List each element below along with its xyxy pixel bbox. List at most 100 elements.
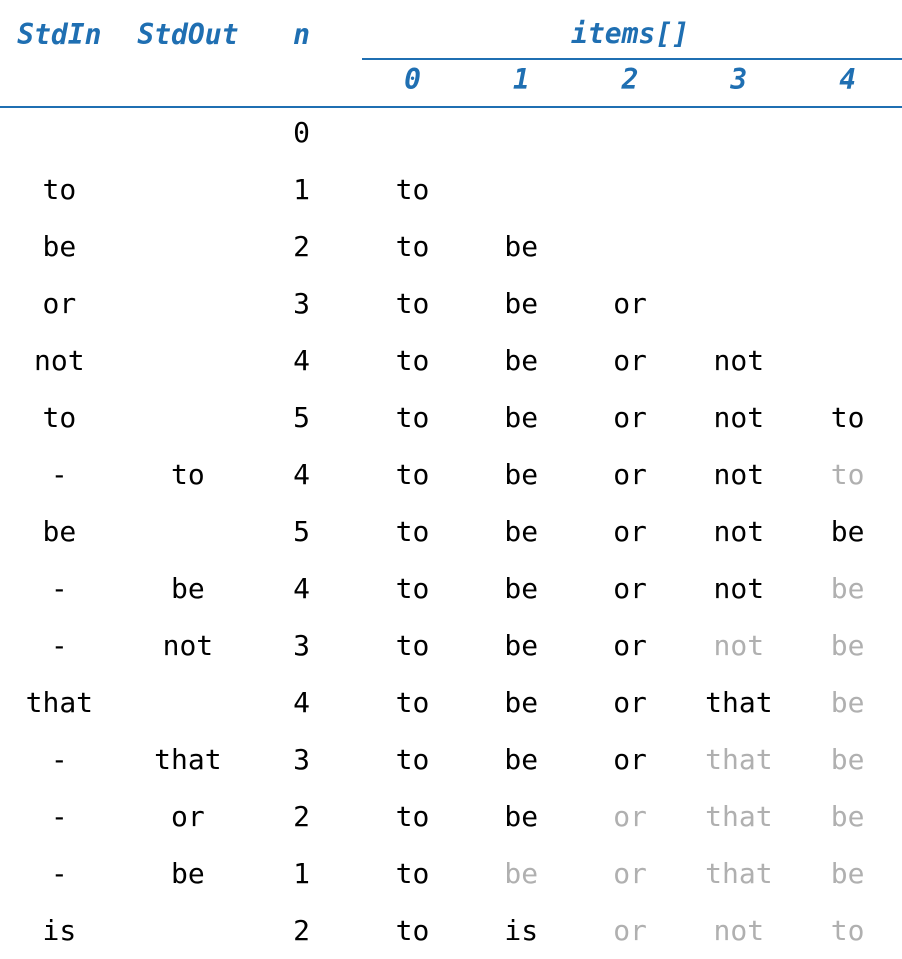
- item-cell: be: [467, 686, 576, 719]
- item-cell: to: [358, 743, 467, 776]
- table-row: -not3tobeornotbe: [0, 617, 902, 674]
- header-items-group: items[]: [358, 14, 902, 54]
- item-cell: be: [467, 344, 576, 377]
- n-cell: 2: [257, 914, 346, 947]
- stdin-cell: is: [0, 914, 119, 947]
- table-row: -be1tobeorthatbe: [0, 845, 902, 902]
- item-cell: to: [358, 914, 467, 947]
- item-cell: be: [467, 857, 576, 890]
- item-cell: not: [684, 401, 793, 434]
- header-items-label: items[]: [358, 14, 902, 54]
- item-cell: be: [467, 515, 576, 548]
- table-row: is2toisornotto: [0, 902, 902, 959]
- n-cell: 5: [257, 515, 346, 548]
- item-cell: be: [793, 800, 902, 833]
- item-cell: is: [467, 914, 576, 947]
- item-cell: or: [576, 800, 685, 833]
- item-cell: be: [467, 629, 576, 662]
- header-n: n: [257, 18, 346, 51]
- header-index-3: 3: [684, 63, 793, 96]
- item-cell: not: [684, 914, 793, 947]
- stdout-cell: be: [119, 572, 257, 605]
- item-cell: not: [684, 572, 793, 605]
- item-cell: to: [358, 686, 467, 719]
- stdout-cell: not: [119, 629, 257, 662]
- item-cell: or: [576, 857, 685, 890]
- stdin-cell: -: [0, 629, 119, 662]
- stdin-cell: to: [0, 401, 119, 434]
- n-cell: 2: [257, 800, 346, 833]
- item-cell: or: [576, 914, 685, 947]
- n-cell: 3: [257, 629, 346, 662]
- item-cell: or: [576, 686, 685, 719]
- stdin-cell: that: [0, 686, 119, 719]
- table-row: 0: [0, 104, 902, 161]
- header-row-2: 0 1 2 3 4: [0, 54, 902, 104]
- item-cell: or: [576, 344, 685, 377]
- item-cell: that: [684, 800, 793, 833]
- item-cell: that: [684, 743, 793, 776]
- header-row-1: StdIn StdOut n items[]: [0, 14, 902, 54]
- item-cell: be: [793, 572, 902, 605]
- stdin-cell: -: [0, 458, 119, 491]
- table-row: to1to: [0, 161, 902, 218]
- item-cell: that: [684, 686, 793, 719]
- table-row: to5tobeornotto: [0, 389, 902, 446]
- stdin-cell: -: [0, 857, 119, 890]
- table-body: 0to1tobe2tobeor3tobeornot4tobeornotto5to…: [0, 104, 902, 959]
- item-cell: that: [684, 857, 793, 890]
- stdin-cell: -: [0, 800, 119, 833]
- table-row: -to4tobeornotto: [0, 446, 902, 503]
- n-cell: 3: [257, 743, 346, 776]
- item-cell: or: [576, 515, 685, 548]
- table-row: be2tobe: [0, 218, 902, 275]
- stdout-cell: that: [119, 743, 257, 776]
- n-cell: 5: [257, 401, 346, 434]
- item-cell: to: [358, 401, 467, 434]
- item-cell: be: [793, 629, 902, 662]
- stdout-cell: be: [119, 857, 257, 890]
- stdin-cell: not: [0, 344, 119, 377]
- header-index-2: 2: [576, 63, 685, 96]
- item-cell: be: [467, 230, 576, 263]
- item-cell: to: [358, 629, 467, 662]
- item-cell: be: [467, 800, 576, 833]
- header-index-4: 4: [793, 63, 902, 96]
- n-cell: 4: [257, 458, 346, 491]
- table-row: -be4tobeornotbe: [0, 560, 902, 617]
- item-cell: not: [684, 629, 793, 662]
- item-cell: not: [684, 515, 793, 548]
- table-row: not4tobeornot: [0, 332, 902, 389]
- item-cell: be: [467, 458, 576, 491]
- table-row: that4tobeorthatbe: [0, 674, 902, 731]
- trace-table: StdIn StdOut n items[] 0 1 2 3 4 0to1tob…: [0, 14, 902, 959]
- n-cell: 3: [257, 287, 346, 320]
- table-row: or3tobeor: [0, 275, 902, 332]
- item-cell: to: [358, 344, 467, 377]
- stdin-cell: to: [0, 173, 119, 206]
- item-cell: to: [358, 173, 467, 206]
- item-cell: or: [576, 401, 685, 434]
- header-bottom-rule: [0, 106, 902, 108]
- item-cell: to: [358, 515, 467, 548]
- item-cell: be: [793, 686, 902, 719]
- item-cell: be: [793, 857, 902, 890]
- item-cell: be: [793, 743, 902, 776]
- item-cell: to: [793, 401, 902, 434]
- item-cell: or: [576, 743, 685, 776]
- header-stdout: StdOut: [119, 18, 257, 51]
- item-cell: to: [358, 800, 467, 833]
- item-cell: be: [793, 515, 902, 548]
- table-row: -or2tobeorthatbe: [0, 788, 902, 845]
- item-cell: or: [576, 458, 685, 491]
- stdin-cell: -: [0, 743, 119, 776]
- item-cell: to: [793, 458, 902, 491]
- item-cell: to: [793, 914, 902, 947]
- item-cell: to: [358, 572, 467, 605]
- stdout-cell: or: [119, 800, 257, 833]
- header-index-0: 0: [358, 63, 467, 96]
- items-header-rule: [362, 58, 902, 60]
- item-cell: to: [358, 287, 467, 320]
- item-cell: be: [467, 743, 576, 776]
- stdout-cell: to: [119, 458, 257, 491]
